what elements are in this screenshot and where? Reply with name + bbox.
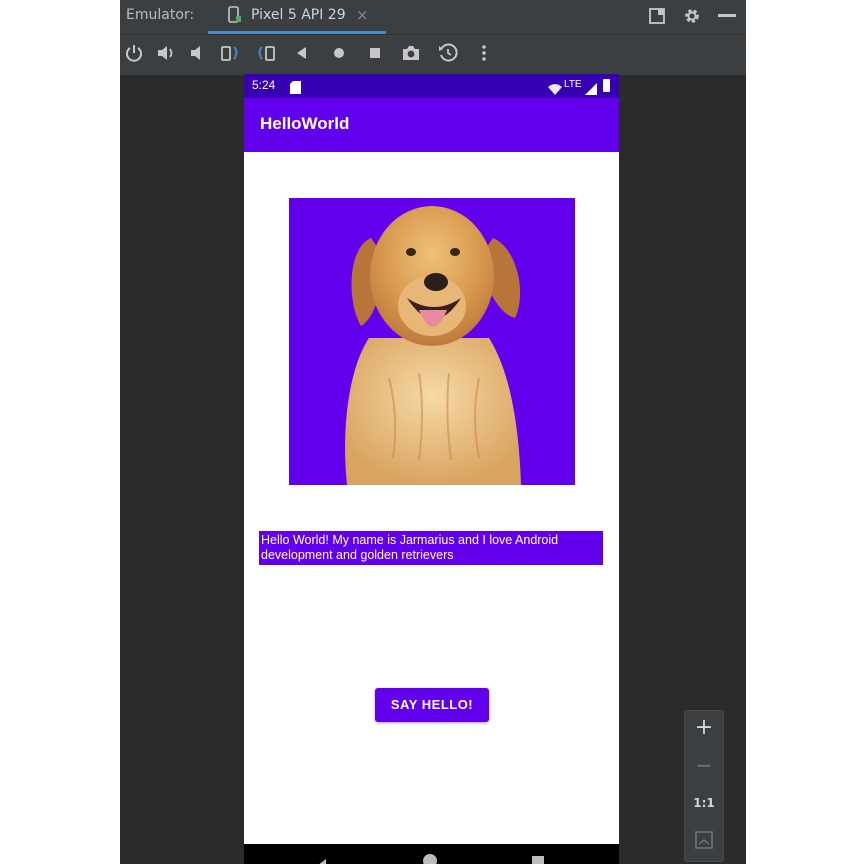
- minimize-icon[interactable]: [718, 14, 736, 17]
- dog-image: [289, 198, 575, 485]
- network-type: LTE: [564, 79, 582, 90]
- nav-overview-icon[interactable]: [532, 856, 544, 864]
- hello-message: Hello World! My name is Jarmarius and I …: [259, 531, 603, 565]
- volume-up-icon[interactable]: [155, 42, 177, 64]
- app-title: HelloWorld: [260, 114, 350, 133]
- device-screen[interactable]: 5:24 LTE HelloWorld Hello World! My name…: [244, 74, 619, 864]
- tab-title: Pixel 5 API 29: [251, 7, 346, 23]
- app-bar: HelloWorld: [244, 98, 619, 152]
- emulator-label: Emulator:: [126, 7, 195, 23]
- rotate-left-icon[interactable]: [219, 42, 241, 64]
- say-hello-button[interactable]: SAY HELLO!: [375, 688, 489, 722]
- nav-back-icon[interactable]: [316, 854, 328, 864]
- gear-icon[interactable]: [681, 5, 703, 27]
- nav-bar: [244, 844, 619, 864]
- volume-down-icon[interactable]: [187, 42, 209, 64]
- zoom-controls: + − 1:1: [684, 710, 724, 862]
- sd-card-icon: [290, 79, 301, 94]
- home-icon[interactable]: [328, 42, 350, 64]
- status-time: 5:24: [252, 78, 276, 92]
- zoom-in-button[interactable]: +: [685, 715, 723, 740]
- signal-icon: [585, 80, 597, 95]
- overview-icon[interactable]: [364, 42, 386, 64]
- emulator-toolbar: [120, 34, 746, 75]
- more-icon[interactable]: [473, 42, 495, 64]
- emulator-titlebar: Emulator: Pixel 5 API 29 ×: [120, 0, 746, 34]
- camera-icon[interactable]: [400, 42, 422, 64]
- snapshot-icon[interactable]: [437, 42, 459, 64]
- battery-icon: [603, 79, 610, 92]
- restore-window-icon[interactable]: [647, 6, 667, 26]
- rotate-right-icon[interactable]: [255, 42, 277, 64]
- tab-device[interactable]: Pixel 5 API 29 ×: [208, 0, 386, 34]
- wifi-icon: [548, 80, 562, 95]
- zoom-out-button[interactable]: −: [685, 753, 723, 777]
- power-icon[interactable]: [123, 42, 145, 64]
- nav-home-icon[interactable]: [423, 854, 437, 864]
- status-bar: 5:24 LTE: [244, 74, 619, 98]
- device-icon: [228, 6, 241, 23]
- fit-screen-icon[interactable]: [695, 831, 713, 849]
- back-icon[interactable]: [291, 42, 313, 64]
- tab-close-icon[interactable]: ×: [356, 6, 369, 24]
- zoom-reset-button[interactable]: 1:1: [685, 796, 723, 810]
